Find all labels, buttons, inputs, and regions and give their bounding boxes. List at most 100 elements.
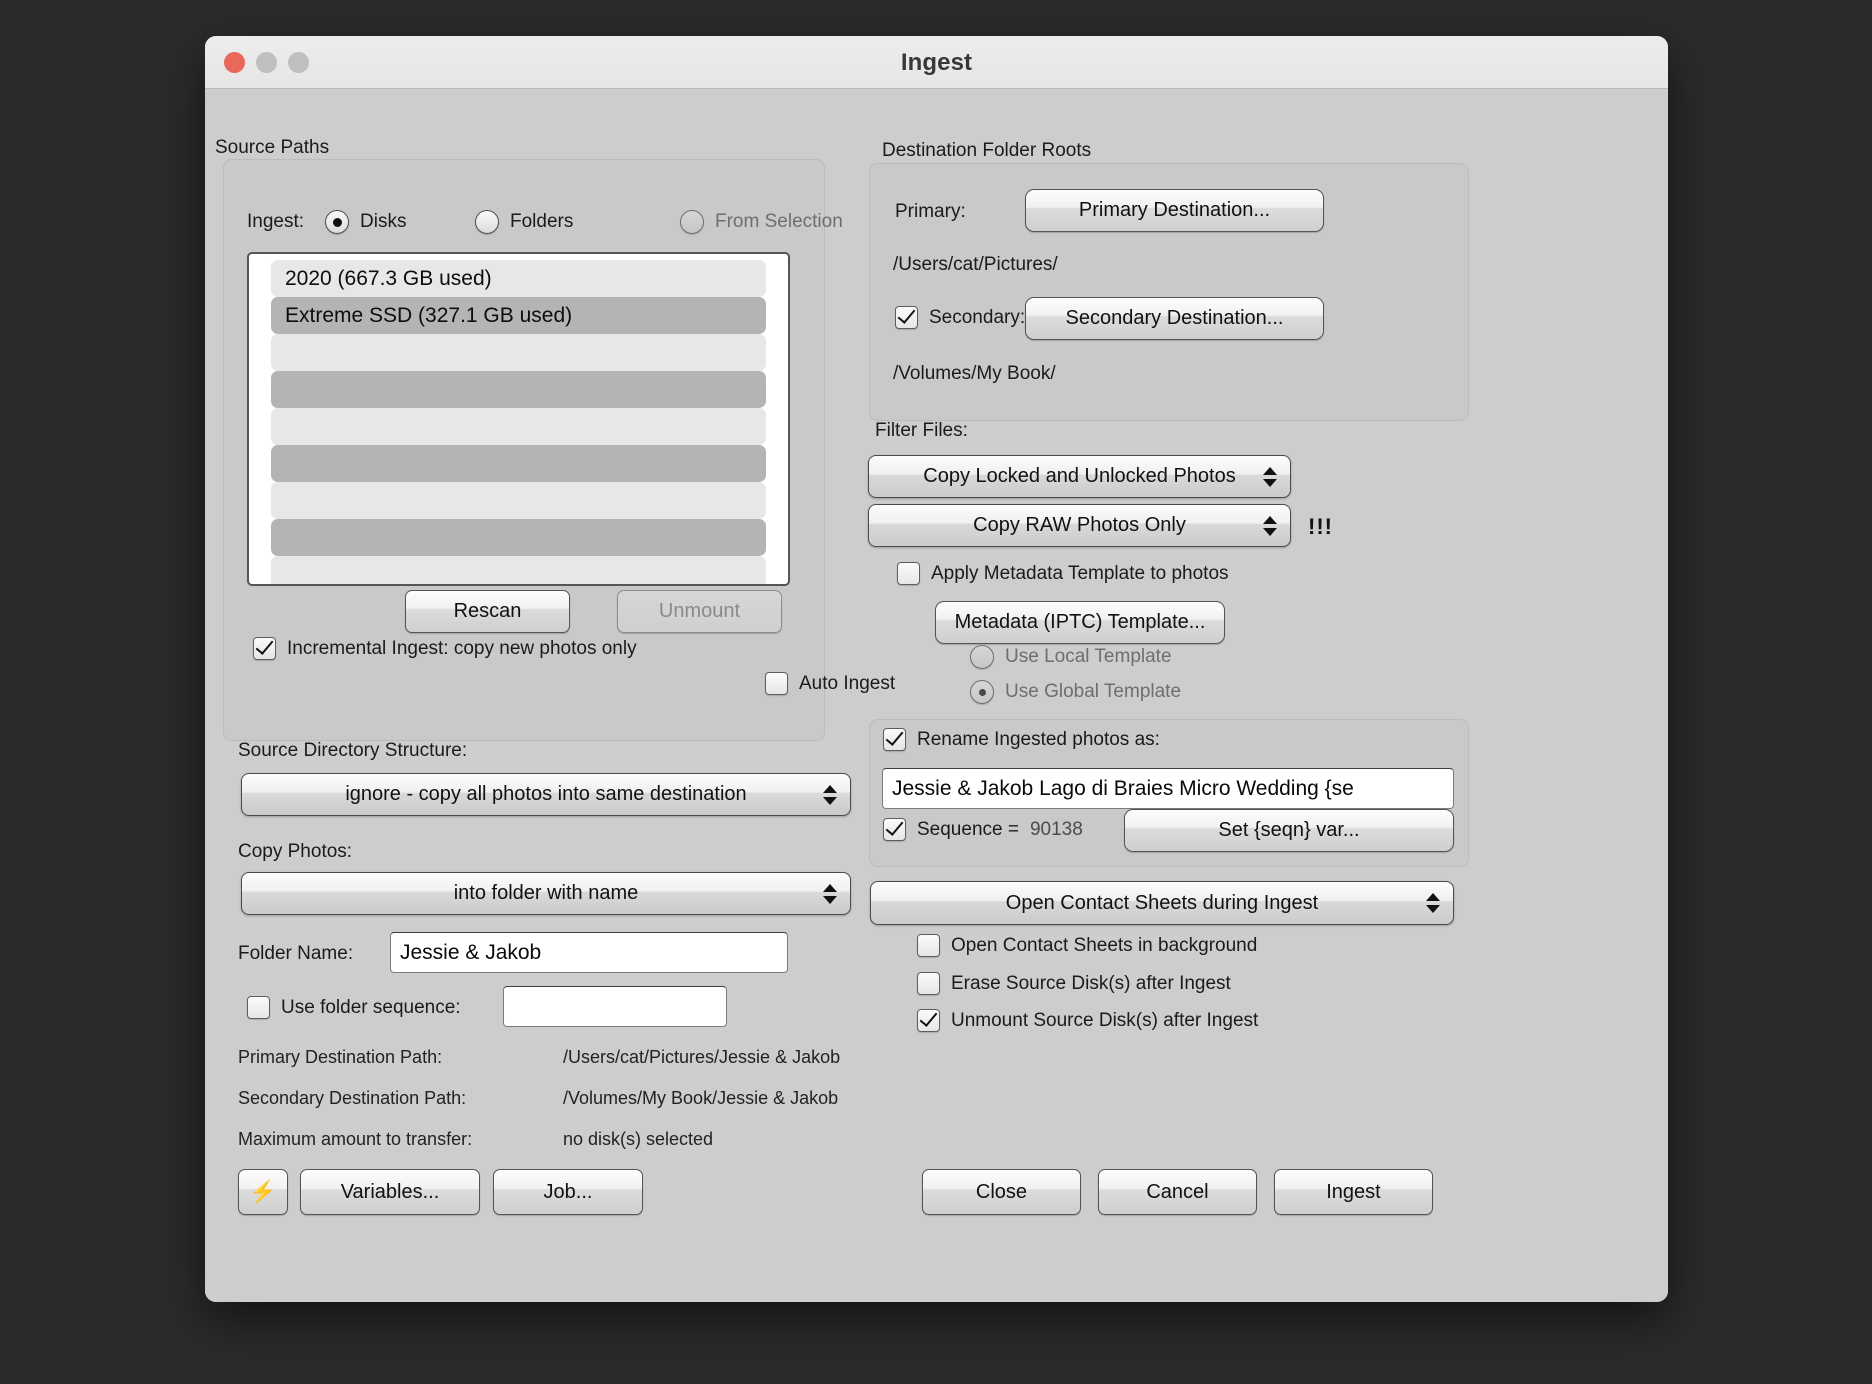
filter-warning-marker: !!!	[1308, 514, 1333, 539]
sequence-label: Sequence =	[917, 818, 1019, 840]
radio-use-global-template-label: Use Global Template	[1005, 681, 1182, 702]
source-directory-structure-popup[interactable]: ignore - copy all photos into same desti…	[241, 773, 851, 816]
use-folder-sequence-checkbox[interactable]: Use folder sequence:	[247, 996, 461, 1019]
auto-ingest-checkbox[interactable]: Auto Ingest	[765, 672, 895, 695]
ingest-mode-label: Ingest:	[247, 211, 305, 232]
unmount-source-disks-label: Unmount Source Disk(s) after Ingest	[951, 1009, 1259, 1031]
metadata-iptc-template-button[interactable]: Metadata (IPTC) Template...	[935, 601, 1225, 644]
radio-disks[interactable]: Disks	[325, 210, 406, 234]
list-item[interactable]: Extreme SSD (327.1 GB used)	[271, 297, 766, 334]
chevron-updown-icon	[823, 784, 837, 805]
window-body: Source Paths Ingest: Disks Folders From …	[205, 89, 1668, 1302]
desktop-background: Ingest Source Paths Ingest: Disks Folder…	[0, 0, 1872, 1384]
rescan-button[interactable]: Rescan	[405, 590, 570, 633]
rename-label: Rename Ingested photos as:	[917, 728, 1160, 750]
copy-photos-popup[interactable]: into folder with name	[241, 872, 851, 915]
erase-source-disks-checkbox[interactable]: Erase Source Disk(s) after Ingest	[917, 972, 1231, 995]
chevron-updown-icon	[1263, 466, 1277, 487]
set-seqn-var-button[interactable]: Set {seqn} var...	[1124, 809, 1454, 852]
raw-filter-popup[interactable]: Copy RAW Photos Only	[868, 504, 1291, 547]
secondary-destination-button[interactable]: Secondary Destination...	[1025, 297, 1324, 340]
maximum-transfer-label: Maximum amount to transfer:	[238, 1129, 473, 1149]
open-contact-sheets-popup[interactable]: Open Contact Sheets during Ingest	[870, 881, 1454, 925]
radio-use-global-template-indicator	[970, 680, 994, 704]
secondary-label: Secondary:	[929, 306, 1026, 328]
use-folder-sequence-label: Use folder sequence:	[281, 996, 461, 1018]
radio-folders[interactable]: Folders	[475, 210, 573, 234]
radio-from-selection-label: From Selection	[715, 211, 843, 232]
radio-folders-label: Folders	[510, 211, 574, 232]
primary-destination-path: /Users/cat/Pictures/	[893, 254, 1058, 275]
quick-action-bolt-button[interactable]: ⚡	[238, 1169, 288, 1215]
secondary-destination-path-value: /Volumes/My Book/Jessie & Jakob	[563, 1088, 839, 1108]
unmount-button: Unmount	[617, 590, 782, 633]
unmount-source-disks-checkbox[interactable]: Unmount Source Disk(s) after Ingest	[917, 1009, 1258, 1032]
apply-metadata-template-checkbox[interactable]: Apply Metadata Template to photos	[897, 562, 1229, 585]
primary-destination-path-label: Primary Destination Path:	[238, 1047, 443, 1067]
lock-filter-value: Copy Locked and Unlocked Photos	[923, 465, 1236, 487]
source-directory-structure-label: Source Directory Structure:	[238, 740, 468, 761]
secondary-destination-check-indicator	[895, 306, 918, 329]
sequence-check-indicator	[883, 818, 906, 841]
sequence-value: 90138	[1029, 818, 1083, 840]
radio-use-global-template[interactable]: Use Global Template	[970, 680, 1181, 704]
rename-check-indicator	[883, 728, 906, 751]
cancel-button[interactable]: Cancel	[1098, 1169, 1257, 1215]
close-button[interactable]: Close	[922, 1169, 1081, 1215]
sequence-checkbox[interactable]: Sequence = 90138	[883, 818, 1083, 841]
list-item[interactable]	[271, 482, 766, 519]
source-disk-list[interactable]: 2020 (667.3 GB used) Extreme SSD (327.1 …	[247, 252, 790, 586]
lock-filter-popup[interactable]: Copy Locked and Unlocked Photos	[868, 455, 1291, 498]
erase-source-disks-check-indicator	[917, 972, 940, 995]
open-contact-sheets-value: Open Contact Sheets during Ingest	[1005, 891, 1319, 914]
list-item[interactable]	[271, 371, 766, 408]
list-item[interactable]	[271, 408, 766, 445]
incremental-ingest-label: Incremental Ingest: copy new photos only	[287, 637, 637, 659]
auto-ingest-label: Auto Ingest	[799, 672, 896, 694]
open-contact-sheets-background-check-indicator	[917, 934, 940, 957]
folder-name-input[interactable]: Jessie & Jakob	[390, 932, 788, 973]
list-item[interactable]	[271, 445, 766, 482]
radio-use-local-template-label: Use Local Template	[1005, 646, 1172, 667]
source-directory-structure-value: ignore - copy all photos into same desti…	[345, 783, 747, 805]
secondary-destination-checkbox[interactable]: Secondary:	[895, 306, 1025, 329]
rename-pattern-input[interactable]: Jessie & Jakob Lago di Braies Micro Wedd…	[882, 768, 1454, 809]
radio-disks-label: Disks	[360, 211, 407, 232]
radio-from-selection[interactable]: From Selection	[680, 210, 843, 234]
variables-button[interactable]: Variables...	[300, 1169, 480, 1215]
radio-use-local-template[interactable]: Use Local Template	[970, 645, 1172, 669]
list-item[interactable]	[271, 334, 766, 371]
open-contact-sheets-background-checkbox[interactable]: Open Contact Sheets in background	[917, 934, 1257, 957]
copy-photos-value: into folder with name	[453, 882, 639, 904]
folder-name-label: Folder Name:	[238, 943, 354, 964]
maximum-transfer-value: no disk(s) selected	[563, 1129, 714, 1149]
chevron-updown-icon	[1263, 515, 1277, 536]
primary-destination-button[interactable]: Primary Destination...	[1025, 189, 1324, 232]
source-disk-list-inner: 2020 (667.3 GB used) Extreme SSD (327.1 …	[249, 254, 788, 584]
job-button[interactable]: Job...	[493, 1169, 643, 1215]
radio-use-local-template-indicator	[970, 645, 994, 669]
folder-sequence-input[interactable]	[503, 986, 727, 1027]
destination-folder-roots-label: Destination Folder Roots	[882, 140, 1092, 161]
rename-ingested-photos-checkbox[interactable]: Rename Ingested photos as:	[883, 728, 1160, 751]
list-item[interactable]	[271, 556, 766, 584]
copy-photos-label: Copy Photos:	[238, 841, 353, 862]
primary-label: Primary:	[895, 201, 966, 222]
filter-files-label: Filter Files:	[875, 420, 968, 441]
unmount-source-disks-check-indicator	[917, 1009, 940, 1032]
incremental-ingest-check-indicator	[253, 637, 276, 660]
raw-filter-value: Copy RAW Photos Only	[973, 514, 1186, 536]
chevron-updown-icon	[823, 883, 837, 904]
apply-metadata-check-indicator	[897, 562, 920, 585]
incremental-ingest-checkbox[interactable]: Incremental Ingest: copy new photos only	[253, 637, 637, 660]
open-contact-sheets-background-label: Open Contact Sheets in background	[951, 934, 1258, 956]
apply-metadata-label: Apply Metadata Template to photos	[931, 562, 1229, 584]
list-item[interactable]: 2020 (667.3 GB used)	[271, 260, 766, 297]
list-item[interactable]	[271, 519, 766, 556]
source-paths-label: Source Paths	[215, 137, 330, 158]
erase-source-disks-label: Erase Source Disk(s) after Ingest	[951, 972, 1231, 994]
ingest-window: Ingest Source Paths Ingest: Disks Folder…	[205, 36, 1668, 1302]
window-titlebar[interactable]: Ingest	[205, 36, 1668, 89]
ingest-button[interactable]: Ingest	[1274, 1169, 1433, 1215]
use-folder-sequence-check-indicator	[247, 996, 270, 1019]
